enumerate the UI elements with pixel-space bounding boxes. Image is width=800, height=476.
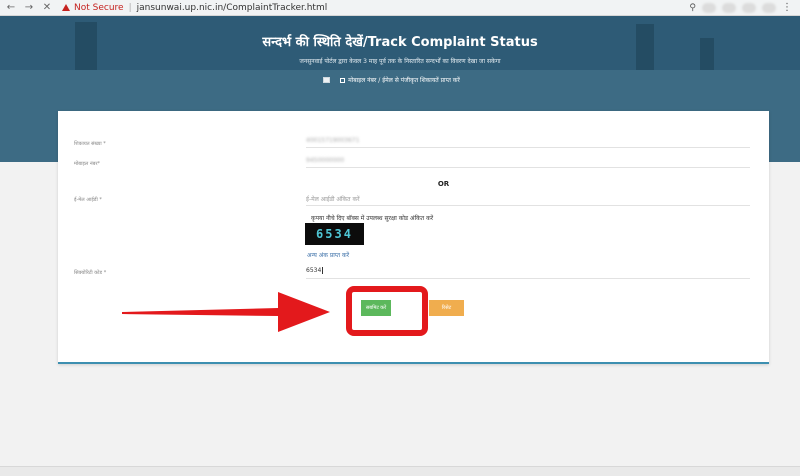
page-subtitle: जनसुनवाई पोर्टल द्वारा केवल 3 माह पूर्व …: [299, 58, 501, 65]
extension-icon[interactable]: [702, 2, 716, 13]
annotation-highlight-box: [346, 286, 428, 336]
mobile-value: 9450000000: [306, 157, 345, 164]
page-title: सन्दर्भ की स्थिति देखें/Track Complaint …: [262, 35, 538, 50]
email-label: ई-मेल आईडी *: [74, 197, 102, 203]
complaint-number-label: शिकायत संख्या *: [74, 141, 106, 147]
registered-complaints-link[interactable]: मोबाइल नंबर / ईमेल से पंजीकृत शिकायतें प…: [0, 76, 800, 84]
warning-icon: [62, 4, 70, 11]
security-code-label: सिक्योरिटी कोड *: [74, 270, 107, 276]
forward-icon[interactable]: →: [22, 2, 36, 13]
menu-icon[interactable]: ⋮: [782, 2, 792, 13]
browser-toolbar: ← → ✕ Not Secure | jansunwai.up.nic.in/C…: [0, 0, 800, 16]
back-icon[interactable]: ←: [4, 2, 18, 13]
mobile-field[interactable]: 9450000000: [306, 157, 750, 168]
security-code-value: 6534: [306, 267, 322, 274]
email-field[interactable]: ई-मेल आईडी अंकित करें: [306, 195, 750, 206]
not-secure-label: Not Secure: [74, 2, 124, 13]
page-footer: [0, 466, 800, 476]
mobile-label: मोबाइल नंबर*: [74, 161, 101, 167]
security-code-input[interactable]: 6534: [306, 267, 750, 279]
annotation-arrow: [122, 292, 330, 332]
refresh-captcha-link[interactable]: अन्य अंक प्राप्त करें: [307, 251, 349, 259]
or-divider: OR: [437, 180, 450, 188]
extension-icon[interactable]: [762, 2, 776, 13]
email-placeholder: ई-मेल आईडी अंकित करें: [306, 196, 360, 203]
reset-button[interactable]: रिसेट: [429, 300, 464, 316]
complaint-number-field[interactable]: 40015719003671: [306, 137, 750, 148]
url-text: jansunwai.up.nic.in/ComplaintTracker.htm…: [136, 2, 328, 13]
complaint-number-value: 40015719003671: [306, 137, 360, 144]
extension-icon[interactable]: [742, 2, 756, 13]
address-bar[interactable]: Not Secure | jansunwai.up.nic.in/Complai…: [62, 1, 327, 14]
checkbox-icon: [340, 78, 346, 83]
extension-icon[interactable]: [722, 2, 736, 13]
registered-complaints-label: मोबाइल नंबर / ईमेल से पंजीकृत शिकायतें प…: [348, 77, 460, 84]
search-icon[interactable]: ⚲: [689, 3, 696, 13]
close-icon[interactable]: ✕: [40, 2, 54, 13]
text-cursor: [322, 267, 324, 274]
url-separator: |: [128, 2, 132, 13]
captcha-image: 6534: [305, 223, 364, 245]
captcha-instruction: कृपया नीचे दिए बॉक्स में उपलब्ध सुरक्षा …: [311, 215, 434, 222]
